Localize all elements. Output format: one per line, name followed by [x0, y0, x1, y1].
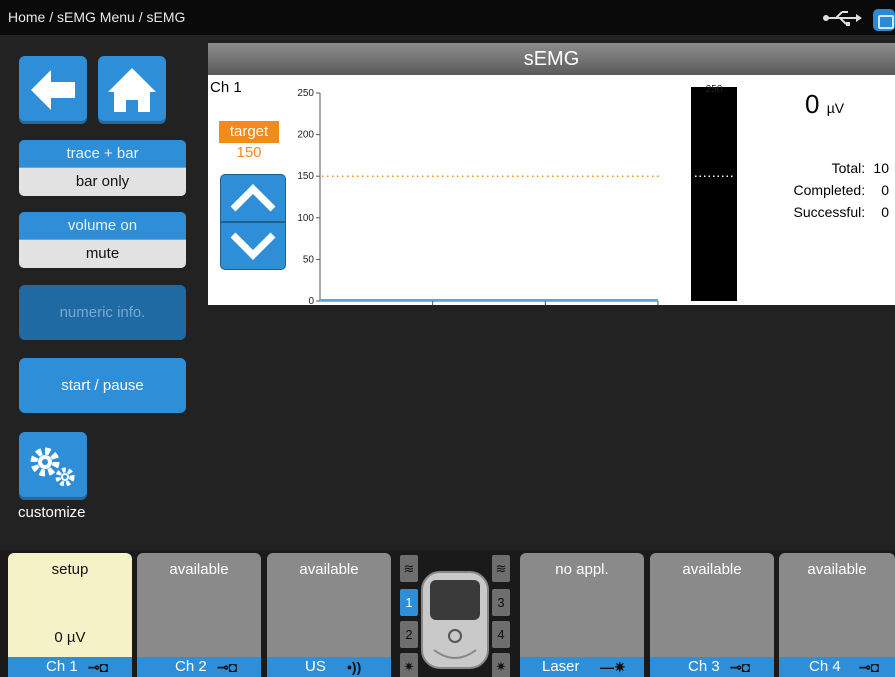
volume-on[interactable]: volume on: [19, 212, 186, 239]
mode-trace-bar[interactable]: trace + bar: [19, 140, 186, 167]
channel-status: setup: [51, 561, 89, 578]
channel-tile-us[interactable]: available US •)): [267, 553, 391, 677]
y-tick-label: 0: [308, 296, 314, 305]
electrode-icon: ⊸◘: [217, 659, 238, 675]
channel-value: 0 µV: [54, 629, 86, 646]
volume-toggle[interactable]: volume on mute: [19, 212, 186, 268]
bar-top-label: 250: [706, 84, 723, 95]
channel-name: Ch 4: [809, 658, 841, 675]
completed-value: 0: [881, 182, 889, 198]
home-icon: [108, 68, 156, 112]
y-tick-label: 200: [297, 130, 314, 141]
successful-label: Successful:: [793, 204, 866, 220]
laser-head-icon: ✷: [492, 653, 510, 677]
channel-footer: Ch 1 ⊸◘: [8, 657, 132, 677]
display-mode-toggle[interactable]: trace + bar bar only: [19, 140, 186, 196]
usb-icon: [823, 11, 862, 26]
volume-mute[interactable]: mute: [19, 239, 186, 268]
device-slots-right: ≋ 3 4 ✷: [491, 553, 511, 677]
semg-panel: sEMG Ch 1 target 150 0501001502002501020…: [208, 43, 895, 305]
panel-title: sEMG: [208, 43, 895, 75]
channel-name: US: [305, 658, 326, 675]
channel-tile-ch2[interactable]: available Ch 2 ⊸◘: [137, 553, 261, 677]
top-bar: Home / sEMG Menu / sEMG: [0, 0, 895, 35]
y-tick-label: 50: [303, 254, 315, 265]
channel-name: Ch 3: [688, 658, 720, 675]
semg-chart: 0501001502002501020302500: [297, 84, 737, 305]
completed-label: Completed:: [793, 182, 866, 198]
slot-4[interactable]: 4: [492, 621, 510, 648]
laser-icon: —✷: [600, 659, 626, 675]
total-value: 10: [873, 160, 889, 176]
channel-name: Laser: [542, 658, 580, 675]
channel-tile-laser[interactable]: no appl. Laser —✷: [520, 553, 644, 677]
ultrasound-head-icon: ≋: [400, 555, 418, 582]
y-tick-label: 250: [297, 88, 314, 99]
successful-value: 0: [881, 204, 889, 220]
uv-unit: µV: [826, 100, 845, 116]
uv-value: 0: [805, 89, 820, 119]
channel-tile-ch1[interactable]: setup 0 µV Ch 1 ⊸◘: [8, 553, 132, 677]
main-area: trace + bar bar only volume on mute nume…: [0, 35, 895, 550]
breadcrumb: Home / sEMG Menu / sEMG: [8, 9, 186, 25]
laser-head-icon: ✷: [400, 653, 418, 677]
device-icon: [421, 571, 489, 669]
ultrasound-icon: •)): [347, 659, 362, 675]
y-tick-label: 150: [297, 171, 314, 182]
ultrasound-head-icon: ≋: [492, 555, 510, 582]
electrode-icon: ⊸◘: [88, 659, 109, 675]
start-pause-button[interactable]: start / pause: [19, 358, 186, 413]
slot-1[interactable]: 1: [400, 589, 418, 616]
channel-tile-ch3[interactable]: available Ch 3 ⊸◘: [650, 553, 774, 677]
channel-status: available: [682, 561, 742, 578]
mode-bar-only[interactable]: bar only: [19, 167, 186, 196]
stats-block: Total: 10 Completed: 0 Successful: 0: [794, 157, 889, 223]
slot-2[interactable]: 2: [400, 621, 418, 648]
channel-strip: setup 0 µV Ch 1 ⊸◘ available Ch 2 ⊸◘ avail…: [0, 550, 895, 677]
printer-icon[interactable]: [873, 9, 895, 31]
channel-footer: Ch 2 ⊸◘: [137, 657, 261, 677]
back-button[interactable]: [19, 56, 87, 124]
channel-status: available: [807, 561, 867, 578]
total-label: Total:: [831, 160, 866, 176]
channel-status: available: [169, 561, 229, 578]
gears-icon: [30, 447, 75, 487]
home-button[interactable]: [98, 56, 166, 124]
channel-tile-ch4[interactable]: available Ch 4 ⊸◘: [779, 553, 895, 677]
device-slots-left: ≋ 1 2 ✷: [399, 553, 419, 677]
channel-footer: US •)): [267, 657, 391, 677]
customize-button[interactable]: [19, 432, 87, 500]
arrow-left-icon: [31, 70, 75, 110]
channel-status: no appl.: [555, 561, 609, 578]
channel-status: available: [299, 561, 359, 578]
electrode-icon: ⊸◘: [859, 659, 880, 675]
channel-footer: Ch 3 ⊸◘: [650, 657, 774, 677]
channel-footer: Laser —✷: [520, 657, 644, 677]
channel-footer: Ch 4 ⊸◘: [779, 657, 895, 677]
channel-name: Ch 2: [175, 658, 207, 675]
bar-gauge: [691, 87, 737, 301]
electrode-icon: ⊸◘: [730, 659, 751, 675]
y-tick-label: 100: [297, 213, 314, 224]
customize-label: customize: [18, 504, 86, 521]
uv-readout: 0 µV: [805, 89, 844, 120]
slot-3[interactable]: 3: [492, 589, 510, 616]
channel-name: Ch 1: [46, 658, 78, 675]
numeric-info-button[interactable]: numeric info.: [19, 285, 186, 340]
